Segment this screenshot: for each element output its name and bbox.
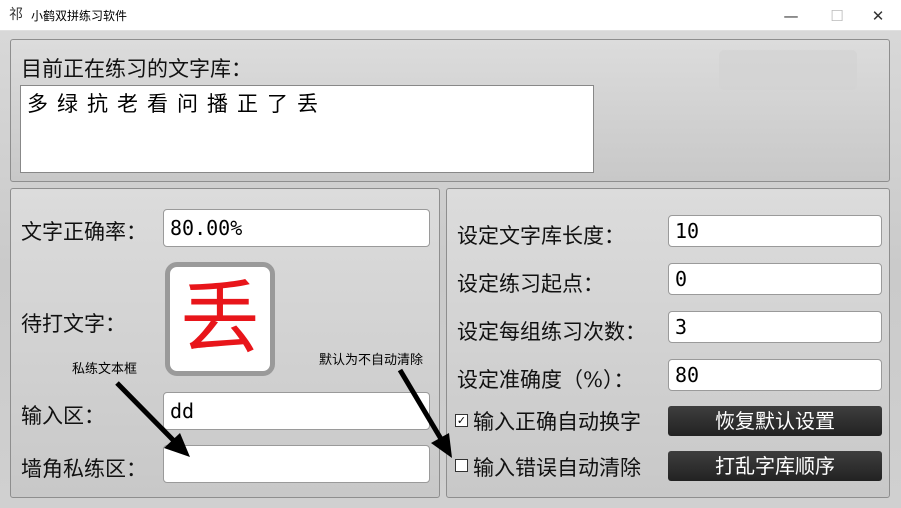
- library-label: 目前正在练习的文字库：: [21, 57, 252, 81]
- accuracy-setting-label: 设定准确度（%）：: [457, 368, 635, 392]
- start-label: 设定练习起点：: [457, 272, 604, 296]
- accuracy-setting-field[interactable]: 80: [668, 359, 882, 391]
- practice-panel: 文字正确率： 80.00% 待打文字： 丢 输入区： dd 墙角私练区：: [10, 188, 440, 498]
- repeat-label: 设定每组练习次数：: [457, 320, 646, 344]
- accuracy-label: 文字正确率：: [21, 220, 147, 244]
- input-label: 输入区：: [21, 404, 105, 428]
- start-field[interactable]: 0: [668, 263, 882, 295]
- client-area: 目前正在练习的文字库： 多绿抗老看问播正了丢 文字正确率： 80.00% 待打文…: [0, 31, 901, 508]
- auto-clear-checkbox[interactable]: [455, 459, 468, 472]
- reset-defaults-button[interactable]: 恢复默认设置: [668, 406, 882, 436]
- accuracy-field[interactable]: 80.00%: [163, 209, 430, 247]
- repeat-field[interactable]: 3: [668, 311, 882, 343]
- current-char: 丢: [180, 272, 260, 365]
- minimize-button[interactable]: —: [768, 0, 814, 31]
- auto-next-label[interactable]: 输入正确自动换字: [473, 406, 641, 436]
- current-char-card: 丢: [165, 262, 275, 376]
- title-bar: 祁 小鹤双拼练习软件 — ☐ ✕: [0, 0, 901, 31]
- length-label: 设定文字库长度：: [457, 224, 625, 248]
- window-title: 小鹤双拼练习软件: [31, 8, 128, 23]
- auto-next-checkbox[interactable]: ✓: [455, 414, 468, 427]
- settings-panel: 设定文字库长度： 10 设定练习起点： 0 设定每组练习次数： 3 设定准确度（…: [446, 188, 890, 498]
- shuffle-library-button[interactable]: 打乱字库顺序: [668, 451, 882, 481]
- length-field[interactable]: 10: [668, 215, 882, 247]
- auto-clear-annotation: 默认为不自动清除: [319, 353, 424, 368]
- app-icon: 祁: [9, 7, 23, 23]
- library-panel: 目前正在练习的文字库： 多绿抗老看问播正了丢: [10, 39, 890, 182]
- input-field[interactable]: dd: [163, 392, 430, 430]
- maximize-button[interactable]: ☐: [814, 0, 860, 31]
- hidden-button[interactable]: [719, 50, 857, 90]
- library-textbox[interactable]: 多绿抗老看问播正了丢: [20, 85, 594, 173]
- private-box-annotation: 私练文本框: [72, 362, 138, 377]
- private-practice-field[interactable]: [163, 445, 430, 483]
- pending-label: 待打文字：: [21, 312, 126, 336]
- close-button[interactable]: ✕: [855, 0, 901, 31]
- auto-clear-label[interactable]: 输入错误自动清除: [473, 452, 641, 482]
- private-label: 墙角私练区：: [21, 457, 147, 481]
